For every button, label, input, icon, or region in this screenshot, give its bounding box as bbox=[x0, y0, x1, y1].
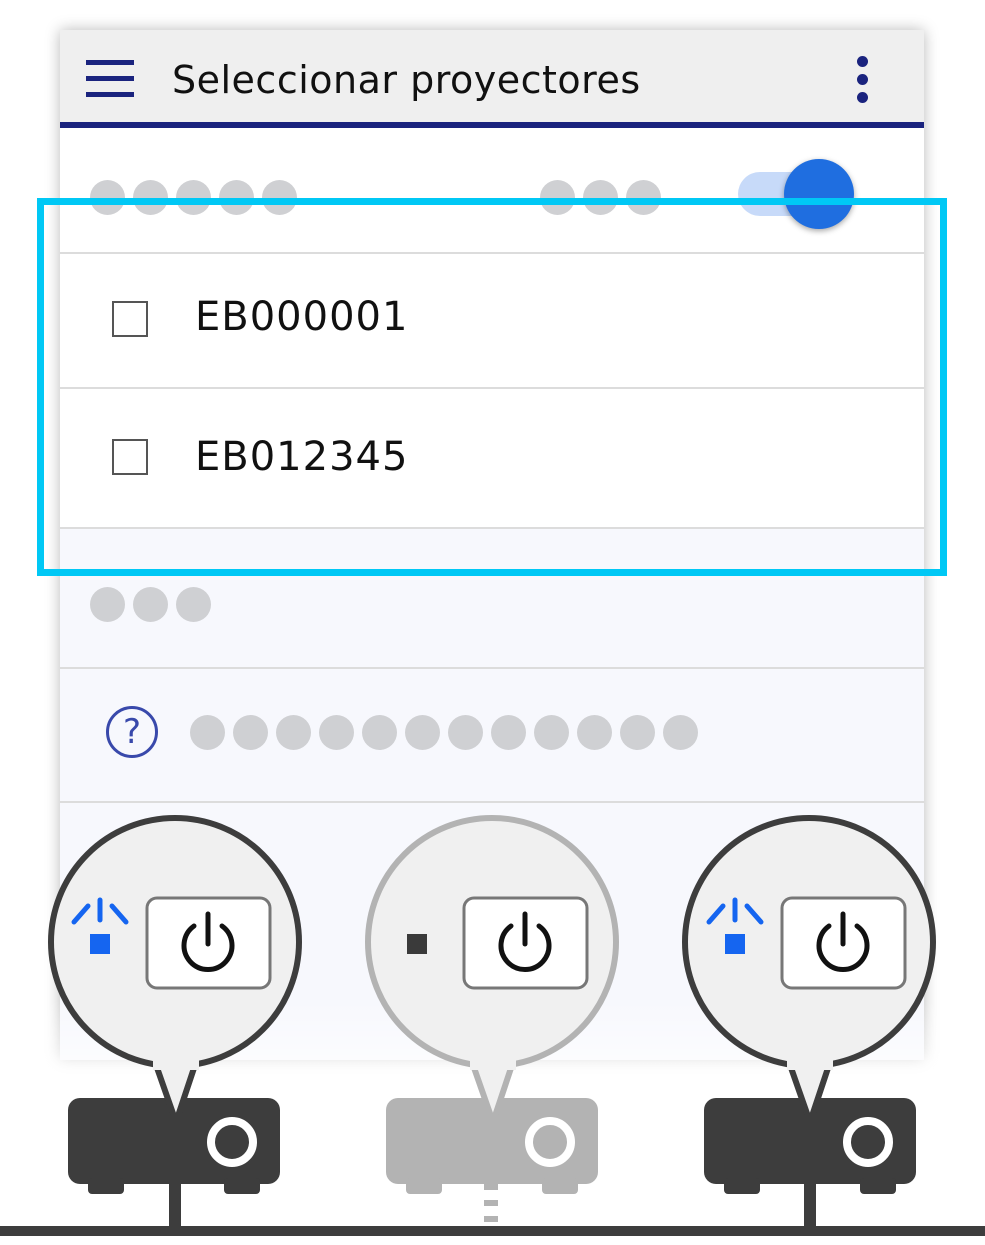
indicator-light bbox=[725, 934, 745, 954]
indicator-light bbox=[407, 934, 427, 954]
network-drop bbox=[169, 1180, 181, 1230]
network-drop-dashed bbox=[484, 1184, 498, 1222]
callout-bubble-on bbox=[682, 815, 936, 1125]
callout-bubble-on bbox=[48, 815, 302, 1125]
network-line bbox=[0, 1226, 985, 1236]
indicator-light bbox=[90, 934, 110, 954]
projector-illustration bbox=[0, 815, 985, 1236]
callout-bubble-off bbox=[365, 815, 619, 1125]
network-drop bbox=[804, 1180, 816, 1230]
